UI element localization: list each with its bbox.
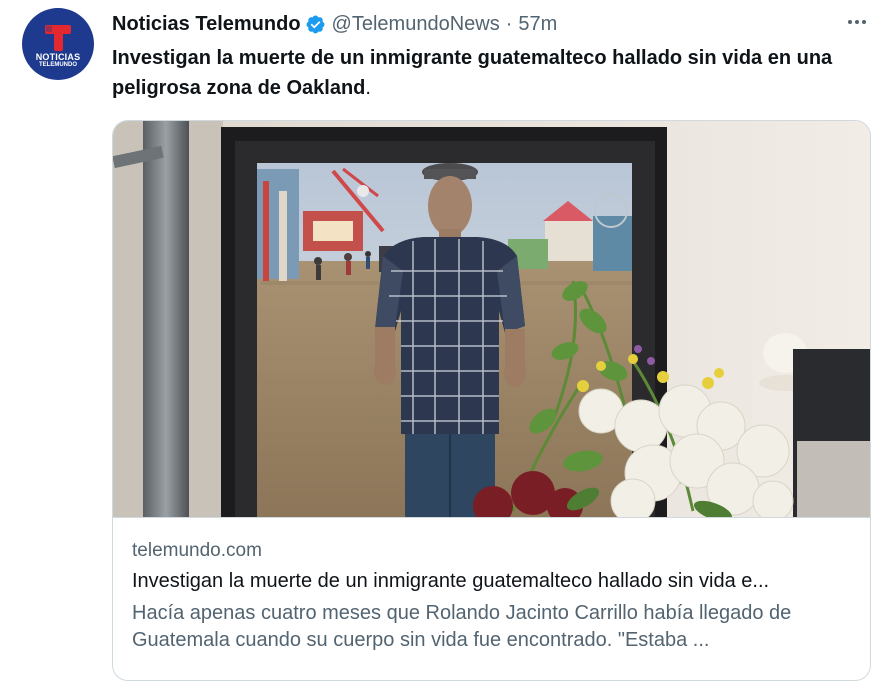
- avatar-label: NOTICIAS: [35, 52, 81, 62]
- card-title: Investigan la muerte de un inmigrante gu…: [132, 570, 770, 592]
- handle[interactable]: @TelemundoNews: [332, 13, 500, 36]
- tweet-text-bold: Investigan la muerte de un inmigrante gu…: [112, 47, 833, 99]
- timestamp[interactable]: 57m: [518, 13, 557, 36]
- more-horizontal-icon[interactable]: [845, 16, 869, 28]
- link-card[interactable]: telemundo.com Investigan la muerte de un…: [112, 120, 871, 681]
- display-name[interactable]: Noticias Telemundo: [112, 13, 301, 36]
- avatar[interactable]: NOTICIAS TELEMUNDO: [22, 8, 94, 80]
- card-image[interactable]: [113, 121, 870, 518]
- avatar-sublabel: TELEMUNDO: [39, 62, 77, 68]
- tweet-text-end: .: [365, 77, 371, 99]
- card-domain: telemundo.com: [132, 540, 262, 561]
- tweet-text: Investigan la muerte de un inmigrante gu…: [112, 43, 872, 103]
- telemundo-logo-icon: [45, 25, 71, 51]
- memorial-photo: [113, 121, 870, 517]
- separator-dot: ·: [505, 12, 513, 35]
- verified-badge-icon: [306, 15, 325, 33]
- card-body[interactable]: telemundo.com Investigan la muerte de un…: [132, 535, 852, 654]
- tweet[interactable]: NOTICIAS TELEMUNDO Noticias Telemundo @T…: [0, 0, 889, 693]
- tweet-header: Noticias Telemundo @TelemundoNews · 57m: [112, 10, 557, 38]
- card-description: Hacía apenas cuatro meses que Rolando Ja…: [132, 602, 792, 651]
